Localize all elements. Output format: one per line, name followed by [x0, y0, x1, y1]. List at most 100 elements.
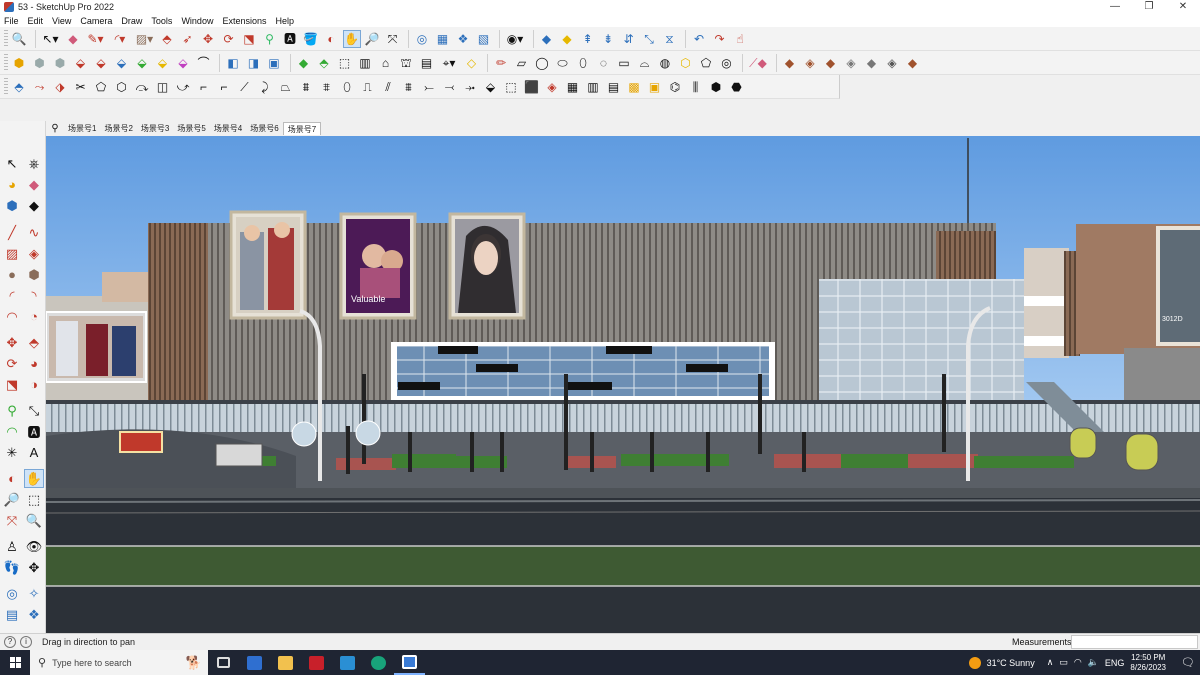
- rt-tool-4-icon[interactable]: ✂: [72, 78, 90, 96]
- tag-left-icon[interactable]: ◆: [24, 196, 44, 215]
- sandbox-from-contours-icon[interactable]: ◆: [538, 30, 556, 48]
- stamp-icon[interactable]: ⇟: [599, 30, 617, 48]
- pencil-red-icon[interactable]: ✏: [492, 54, 510, 72]
- menu-window[interactable]: Window: [181, 16, 213, 26]
- shape-9-icon[interactable]: ⬡: [677, 54, 695, 72]
- materials-icon[interactable]: ▥: [356, 54, 374, 72]
- scene-search-icon[interactable]: ⚲: [46, 123, 64, 134]
- pan-tool-icon[interactable]: ✋: [342, 29, 361, 48]
- rt-tool-3-icon[interactable]: ⬗: [51, 78, 69, 96]
- zoom-extents-left-icon[interactable]: ⤧: [2, 511, 22, 530]
- two-point-arc-icon[interactable]: ◝: [24, 286, 44, 305]
- shadows-icon[interactable]: ◆: [295, 54, 313, 72]
- building-icon[interactable]: ⛫: [397, 54, 415, 72]
- look-around-icon[interactable]: 👁: [24, 537, 44, 556]
- menu-camera[interactable]: Camera: [80, 16, 112, 26]
- taskbar-edge[interactable]: [363, 650, 394, 675]
- camera-icon[interactable]: ▤: [418, 54, 436, 72]
- rt-tool-19-icon[interactable]: ⫽: [379, 78, 397, 96]
- three-point-arc-icon[interactable]: ◠: [2, 307, 22, 326]
- geo-location-status-icon[interactable]: ?: [4, 636, 16, 648]
- warehouse-icon[interactable]: ◎: [413, 30, 431, 48]
- weather-sun-icon[interactable]: [968, 656, 981, 669]
- rt-tool-25-icon[interactable]: ⬚: [502, 78, 520, 96]
- polygon-icon[interactable]: ⬢: [24, 265, 44, 284]
- shape-1-icon[interactable]: ▱: [513, 54, 531, 72]
- push-pull-icon[interactable]: ⬘: [24, 333, 44, 352]
- rt-tool-21-icon[interactable]: ⤚: [420, 78, 438, 96]
- freehand-icon[interactable]: ∿: [24, 223, 44, 242]
- redo-icon[interactable]: ↷: [711, 30, 729, 48]
- shape-11-icon[interactable]: ◎: [718, 54, 736, 72]
- text-icon[interactable]: 🅰: [24, 422, 44, 441]
- solid-union-icon[interactable]: ⬙: [72, 54, 90, 72]
- shape-3-icon[interactable]: ⬭: [554, 54, 572, 72]
- follow-me-tool-icon[interactable]: ➶: [179, 30, 197, 48]
- texture-7-icon[interactable]: ◆: [904, 54, 922, 72]
- rt-tool-31-icon[interactable]: ▩: [625, 78, 643, 96]
- orbit-icon[interactable]: ◐: [2, 469, 22, 488]
- rt-tool-1-icon[interactable]: ⬘: [10, 78, 28, 96]
- rt-tool-33-icon[interactable]: ⌬: [666, 78, 684, 96]
- layout-left-icon[interactable]: ▤: [2, 605, 22, 624]
- style-builder-icon[interactable]: ▧: [475, 30, 493, 48]
- tape-measure-tool-icon[interactable]: ⚲: [261, 30, 279, 48]
- rt-tool-22-icon[interactable]: ⤙: [441, 78, 459, 96]
- shape-10-icon[interactable]: ⬠: [697, 54, 715, 72]
- section-fill-icon[interactable]: ▣: [265, 54, 283, 72]
- top-view-icon[interactable]: ⬢: [31, 54, 49, 72]
- follow-me-icon[interactable]: ◕: [24, 354, 44, 373]
- rt-tool-9-icon[interactable]: ⤻: [174, 78, 192, 96]
- taskbar-calculator[interactable]: [239, 650, 270, 675]
- scene-tab-7[interactable]: 场景号7: [282, 122, 322, 135]
- rt-tool-17-icon[interactable]: ⬯: [338, 78, 356, 96]
- scale-tool-icon[interactable]: ⬔: [240, 30, 258, 48]
- taskbar-sketchup[interactable]: [394, 650, 425, 675]
- rotated-rectangle-icon[interactable]: ◈: [24, 244, 44, 263]
- zoom-tool-icon[interactable]: 🔎: [363, 30, 381, 48]
- toolbar-grip[interactable]: [4, 77, 8, 96]
- network-icon[interactable]: ▭: [1059, 657, 1068, 668]
- solid-split-icon[interactable]: ⬙: [154, 54, 172, 72]
- taskbar-search-box[interactable]: ⚲ Type here to search 🐕: [30, 650, 208, 675]
- rt-tool-2-icon[interactable]: ⤳: [31, 78, 49, 96]
- protractor-icon[interactable]: ◠: [2, 422, 22, 441]
- menu-help[interactable]: Help: [275, 16, 294, 26]
- rt-tool-8-icon[interactable]: ◫: [154, 78, 172, 96]
- move-tool-icon[interactable]: ✥: [199, 30, 217, 48]
- toolbar-grip[interactable]: [4, 29, 8, 48]
- front-view-icon[interactable]: ⬢: [51, 54, 69, 72]
- solid-subtract-icon[interactable]: ⬙: [92, 54, 110, 72]
- rt-tool-11-icon[interactable]: ⌐: [215, 78, 233, 96]
- menu-extensions[interactable]: Extensions: [222, 16, 266, 26]
- zoom-window-icon[interactable]: ⬚: [24, 490, 44, 509]
- 3d-viewport[interactable]: Valuable 3012D: [46, 136, 1200, 633]
- component-icon[interactable]: ⎈: [24, 154, 44, 173]
- show-hidden-icons-icon[interactable]: ∧: [1047, 657, 1054, 668]
- rt-tool-34-icon[interactable]: ⫼: [687, 78, 705, 96]
- section-plane-icon[interactable]: ◧: [224, 54, 242, 72]
- texture-1-icon[interactable]: ◆: [781, 54, 799, 72]
- shape-4-icon[interactable]: ⬯: [574, 54, 592, 72]
- notifications-icon[interactable]: 🗨: [1176, 656, 1200, 669]
- rt-tool-20-icon[interactable]: ⩩: [400, 78, 418, 96]
- rt-tool-6-icon[interactable]: ⬡: [113, 78, 131, 96]
- section-plane-left-icon[interactable]: ✥: [24, 558, 44, 577]
- section-cut-icon[interactable]: ◨: [245, 54, 263, 72]
- rt-tool-15-icon[interactable]: ⩩: [297, 78, 315, 96]
- rt-tool-5-icon[interactable]: ⬠: [92, 78, 110, 96]
- push-pull-tool-icon[interactable]: ⬘: [158, 30, 176, 48]
- shape-8-icon[interactable]: ◍: [656, 54, 674, 72]
- move-icon[interactable]: ✥: [2, 333, 22, 352]
- scene-tab-5[interactable]: 场景号5: [173, 122, 209, 135]
- arc-tool-icon[interactable]: ◜▾: [109, 30, 131, 48]
- dimension-icon[interactable]: ⤡: [24, 401, 44, 420]
- home-icon[interactable]: ⌂: [377, 54, 395, 72]
- orbit-tool-icon[interactable]: ◐: [322, 30, 340, 48]
- warehouse-left-icon[interactable]: ◎: [2, 584, 22, 603]
- offset-icon[interactable]: ◑: [24, 375, 44, 394]
- previous-view-icon[interactable]: 🔍: [24, 511, 44, 530]
- scene-tab-1[interactable]: 场景号1: [64, 122, 100, 135]
- rotate-icon[interactable]: ⟳: [2, 354, 22, 373]
- account-icon[interactable]: ◉▾: [504, 30, 526, 48]
